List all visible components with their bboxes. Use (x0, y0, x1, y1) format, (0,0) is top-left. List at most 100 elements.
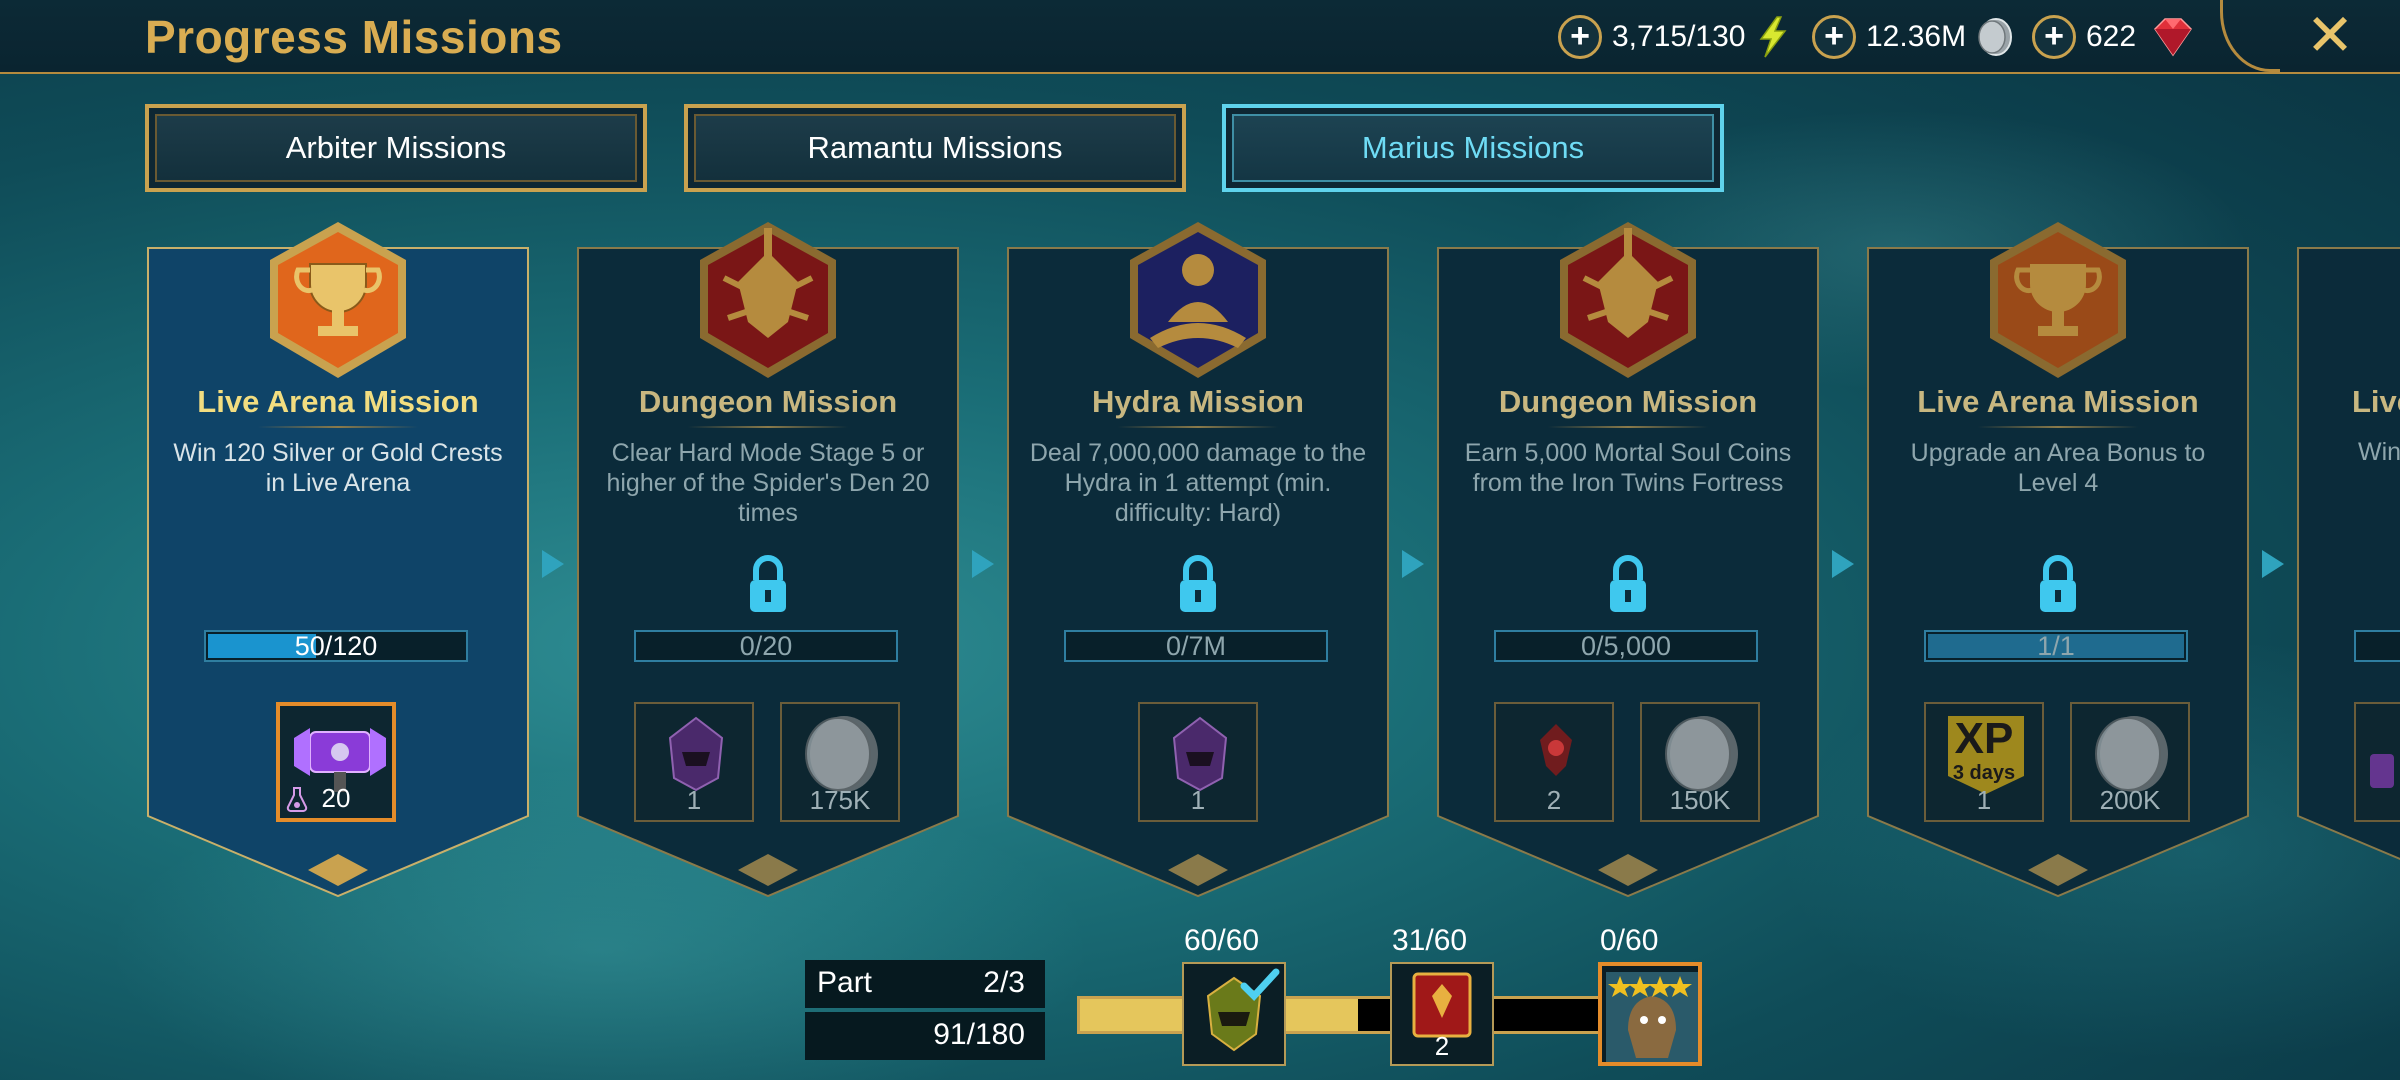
reward-count: 1 (1976, 785, 1992, 815)
mission-title: Live Arena Mission (197, 384, 479, 419)
add-energy-button[interactable]: + (1558, 15, 1602, 59)
mission-card-4[interactable]: Dungeon Mission Earn 5,000 Mortal Soul C… (1436, 222, 1820, 898)
total-progress: 91/180 (805, 1012, 1045, 1060)
reward-item[interactable]: XP 3 days 1 (1924, 702, 2044, 822)
live-arena-emblem-icon (270, 222, 406, 378)
xp-label: XP (1954, 714, 2014, 763)
reward-item[interactable]: 1 (634, 702, 754, 822)
title-divider (1978, 426, 2138, 428)
energy-value: 3,715/130 (1612, 20, 1746, 53)
milestone-reward-3[interactable] (1598, 962, 1702, 1066)
milestone-count: 2 (1434, 1031, 1450, 1061)
silver-coin-icon (2095, 716, 2168, 792)
next-arrow-icon (1402, 550, 1424, 578)
champion-marius-icon (1606, 972, 1698, 1062)
purple-helmet-icon (668, 716, 724, 792)
milestone-label: 31/60 (1392, 924, 1468, 957)
total-value: 91/180 (933, 1018, 1025, 1051)
milestone-reward-1[interactable] (1182, 962, 1286, 1066)
milestone-progress-track (1077, 996, 1639, 1034)
title-divider (258, 426, 418, 428)
progress-text: 0/7M (1165, 631, 1227, 661)
mission-title: Live (2352, 384, 2400, 419)
ruby-icon (2154, 18, 2193, 57)
silver-coin-icon (805, 716, 878, 792)
mission-description: Win 120 Silver or Gold Crests in Live Ar… (173, 439, 503, 497)
tab-label: Marius Missions (1361, 130, 1585, 165)
tab-label: Ramantu Missions (807, 130, 1063, 165)
progress-text: 1/1 (2037, 631, 2075, 661)
live-arena-emblem-icon (1990, 222, 2126, 378)
lock-icon (1610, 555, 1646, 612)
reward-item[interactable] (2354, 702, 2400, 822)
mission-card-2[interactable]: Dungeon Mission Clear Hard Mode Stage 5 … (576, 222, 960, 898)
mission-card-6[interactable]: Live Win 2 (2296, 242, 2400, 898)
lightning-icon (1759, 16, 1787, 58)
purple-helmet-icon (1172, 716, 1228, 792)
mission-description: Clear Hard Mode Stage 5 or higher of the… (606, 439, 930, 527)
lock-icon (1180, 555, 1216, 612)
mission-card-3[interactable]: Hydra Mission Deal 7,000,000 damage to t… (1006, 222, 1390, 898)
reward-item[interactable]: 2 (1494, 702, 1614, 822)
close-button[interactable]: ✕ (2300, 6, 2360, 66)
reward-item[interactable]: 20 (276, 702, 396, 822)
mission-description: Deal 7,000,000 damage to the Hydra in 1 … (1029, 439, 1367, 527)
silver-counter: + 12.36M (1812, 12, 2014, 62)
hydra-emblem-icon (1130, 222, 1266, 378)
reward-item[interactable]: 1 (1138, 702, 1258, 822)
mission-card-1[interactable]: Live Arena Mission Win 120 Silver or Gol… (146, 222, 530, 898)
gems-value: 622 (2086, 20, 2137, 53)
mission-description: Earn 5,000 Mortal Soul Coins from the Ir… (1464, 439, 1792, 497)
check-icon (1240, 968, 1280, 1002)
reward-count: 175K (809, 785, 871, 815)
silver-coin-icon (1978, 18, 2013, 56)
red-soul-icon (1540, 724, 1572, 776)
red-tome-icon (1412, 972, 1472, 1038)
mission-title: Dungeon Mission (1498, 384, 1758, 419)
add-gems-button[interactable]: + (2032, 15, 2076, 59)
mission-progress-bar: 1/1 (1924, 630, 2188, 662)
top-bar: Progress Missions + 3,715/130 + 12.36M +… (0, 0, 2400, 74)
lock-icon (750, 555, 786, 612)
mission-card-5[interactable]: Live Arena Mission Upgrade an Area Bonus… (1866, 222, 2250, 898)
reward-count: 20 (321, 783, 351, 813)
mission-description: Upgrade an Area Bonus to Level 4 (1910, 439, 2206, 497)
next-arrow-icon (972, 550, 994, 578)
progress-text: 50/120 (294, 631, 378, 661)
xp-duration: 3 days (1952, 762, 2016, 784)
reward-count: 150K (1669, 785, 1731, 815)
mission-title: Live Arena Mission (1917, 384, 2199, 419)
milestone-reward-2[interactable]: 2 (1390, 962, 1494, 1066)
reward-count: 1 (1190, 785, 1206, 815)
dungeon-emblem-icon (1560, 222, 1696, 378)
header-corner-ornament (2220, 0, 2280, 72)
tab-marius-missions[interactable]: Marius Missions (1222, 104, 1724, 192)
part-label: Part (817, 966, 873, 999)
add-silver-button[interactable]: + (1812, 15, 1856, 59)
lock-icon (2040, 555, 2076, 612)
gems-counter: + 622 (2032, 12, 2200, 62)
mission-progress-bar: 50/120 (204, 630, 468, 662)
progress-text: 0/5,000 (1580, 631, 1672, 661)
mission-description: Win 2 (2358, 438, 2400, 466)
tab-label: Arbiter Missions (285, 130, 507, 165)
reward-count: 2 (1546, 785, 1562, 815)
silver-value: 12.36M (1866, 20, 1967, 53)
title-divider (1118, 426, 1278, 428)
reward-count: 200K (2099, 785, 2161, 815)
mission-progress-bar (2354, 630, 2400, 662)
milestone-label: 0/60 (1600, 924, 1659, 957)
reward-item[interactable]: 200K (2070, 702, 2190, 822)
mission-title: Hydra Mission (1092, 384, 1304, 419)
energy-counter: + 3,715/130 (1558, 12, 1793, 62)
mission-progress-bar: 0/5,000 (1494, 630, 1758, 662)
title-divider (688, 426, 848, 428)
tab-ramantu-missions[interactable]: Ramantu Missions (684, 104, 1186, 192)
part-indicator: Part 2/3 (805, 960, 1045, 1008)
title-divider (1548, 426, 1708, 428)
purple-potion-icon (2370, 754, 2394, 788)
tab-arbiter-missions[interactable]: Arbiter Missions (145, 104, 647, 192)
reward-item[interactable]: 175K (780, 702, 900, 822)
reward-item[interactable]: 150K (1640, 702, 1760, 822)
mission-progress-bar: 0/20 (634, 630, 898, 662)
